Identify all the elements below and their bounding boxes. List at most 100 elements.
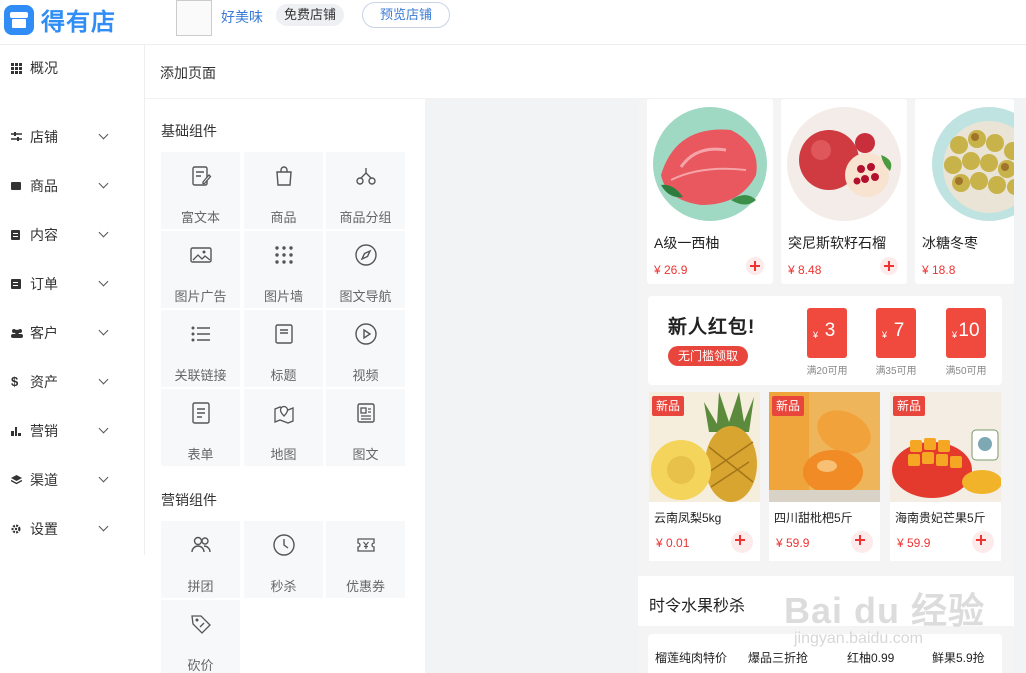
- coupon-amount: 7: [893, 320, 905, 341]
- add-to-cart-icon[interactable]: [746, 257, 764, 275]
- fruit-card[interactable]: 新品 海南贵妃芒果5斤 ¥ 59.9: [890, 392, 1001, 561]
- component-flash-sale[interactable]: 秒杀: [244, 521, 323, 598]
- free-shop-badge: 免费店铺: [276, 4, 345, 26]
- app-logo[interactable]: 得有店: [4, 2, 116, 37]
- component-form[interactable]: 表单: [161, 389, 240, 466]
- list-link-icon: [191, 326, 210, 342]
- add-to-cart-icon[interactable]: [851, 531, 873, 553]
- sidebar-item-products[interactable]: 商品: [0, 172, 145, 200]
- shop-logo-icon: [4, 4, 34, 35]
- grid-icon: [11, 63, 22, 74]
- preview-shop-button[interactable]: 预览店铺: [362, 2, 450, 28]
- component-group-buy[interactable]: 拼团: [161, 521, 240, 598]
- add-to-cart-icon[interactable]: [880, 257, 898, 275]
- component-label: 视频: [352, 368, 379, 383]
- sidebar-item-label: 客户: [30, 325, 58, 341]
- shop-name-link[interactable]: 好美味: [221, 7, 263, 27]
- component-label: 秒杀: [270, 579, 297, 594]
- sidebar-item-marketing[interactable]: 营销: [0, 417, 145, 445]
- component-label: 表单: [187, 447, 214, 462]
- product-name: 突尼斯软籽石榴: [788, 235, 886, 251]
- red-packet-title: 新人红包!: [668, 317, 756, 338]
- product-price: ¥ 8.48: [788, 263, 822, 277]
- coupon-card[interactable]: ¥ 7: [876, 308, 916, 358]
- coupon-card[interactable]: ¥ 3: [807, 308, 847, 358]
- component-label: 图文: [352, 447, 379, 462]
- sidebar-item-label: 营销: [30, 423, 58, 439]
- flash-tab[interactable]: 爆品三折抢: [748, 649, 808, 666]
- sidebar-item-settings[interactable]: 设置: [0, 515, 145, 543]
- clock-icon: [273, 534, 295, 556]
- flash-sale-title: 时令水果秒杀: [649, 598, 746, 615]
- price-tag-icon: [191, 615, 211, 634]
- coupon-amount: 10: [958, 320, 980, 341]
- component-image-wall[interactable]: 图片墙: [244, 231, 323, 308]
- fruit-card[interactable]: 新品 四川甜枇杷5斤 ¥ 59.9: [769, 392, 880, 561]
- new-user-red-packet: 新人红包! 无门槛领取 ¥ 3 满20可用 ¥ 7 满35可用 ¥ 10 满50…: [648, 296, 1002, 385]
- component-bargain[interactable]: 砍价: [161, 600, 240, 673]
- map-icon: [274, 405, 294, 424]
- product-group-icon: [356, 168, 376, 185]
- compass-icon: [355, 244, 377, 266]
- new-product-badge: 新品: [772, 396, 804, 416]
- shop-avatar[interactable]: [176, 0, 212, 36]
- component-label: 图文导航: [339, 289, 392, 304]
- layers-icon: [10, 475, 23, 485]
- sidebar: 概况 店铺 商品 内容 订单 客户 $ 资产 营销 渠道 设置: [0, 45, 145, 555]
- claim-red-packet-button[interactable]: 无门槛领取: [668, 346, 748, 366]
- pomelo-image: [653, 107, 767, 221]
- component-label: 地图: [270, 447, 297, 462]
- dots-grid-icon: [275, 246, 293, 264]
- component-video[interactable]: 视频: [326, 310, 405, 387]
- shopping-bag-icon: [276, 166, 292, 186]
- sidebar-item-shop[interactable]: 店铺: [0, 123, 145, 151]
- sidebar-item-orders[interactable]: 订单: [0, 270, 145, 298]
- coupon-icon: [357, 538, 375, 552]
- sidebar-item-customers[interactable]: 客户: [0, 319, 145, 347]
- component-map[interactable]: 地图: [244, 389, 323, 466]
- component-label: 图片墙: [263, 289, 303, 304]
- fruit-name: 四川甜枇杷5斤: [774, 511, 853, 525]
- sidebar-item-label: 订单: [30, 276, 58, 292]
- product-card[interactable]: 突尼斯软籽石榴 ¥ 8.48: [781, 99, 907, 284]
- top-header: 得有店 好美味 免费店铺 预览店铺: [0, 0, 1026, 45]
- add-to-cart-icon[interactable]: [972, 531, 994, 553]
- component-title[interactable]: 标题: [244, 310, 323, 387]
- coupon-condition: 满35可用: [875, 366, 917, 377]
- new-product-badge: 新品: [652, 396, 684, 416]
- component-rich-text[interactable]: 富文本: [161, 152, 240, 229]
- chevron-down-icon: [98, 276, 109, 287]
- component-article[interactable]: 图文: [326, 389, 405, 466]
- document-icon: [11, 230, 21, 240]
- product-card[interactable]: 冰糖冬枣 ¥ 18.8: [915, 99, 1014, 284]
- flash-tab[interactable]: 榴莲纯肉特价: [655, 649, 727, 666]
- sidebar-item-overview[interactable]: 概况: [0, 54, 145, 82]
- component-label: 富文本: [180, 210, 220, 225]
- component-panel: 基础组件 富文本 商品 商品分组 图片广告 图片墙 图文导航 关联链接 标题 视…: [145, 99, 425, 673]
- fruit-name: 海南贵妃芒果5斤: [895, 511, 986, 525]
- chevron-down-icon: [98, 227, 109, 238]
- flash-tab[interactable]: 红柚0.99: [847, 649, 894, 666]
- component-label: 优惠券: [345, 579, 385, 594]
- coupon-card[interactable]: ¥ 10: [946, 308, 986, 358]
- component-coupon[interactable]: 优惠券: [326, 521, 405, 598]
- sidebar-item-content[interactable]: 内容: [0, 221, 145, 249]
- image-icon: [190, 247, 212, 263]
- gear-icon: [11, 524, 21, 534]
- fruit-card[interactable]: 新品 云南凤梨5kg ¥ 0.01: [649, 392, 760, 561]
- component-product-group[interactable]: 商品分组: [326, 152, 405, 229]
- component-image-nav[interactable]: 图文导航: [326, 231, 405, 308]
- product-name: 冰糖冬枣: [922, 235, 978, 251]
- component-product[interactable]: 商品: [244, 152, 323, 229]
- pomegranate-image: [787, 107, 901, 221]
- flash-sale-section: 时令水果秒杀: [638, 576, 1014, 626]
- component-image-ad[interactable]: 图片广告: [161, 231, 240, 308]
- add-to-cart-icon[interactable]: [731, 531, 753, 553]
- sidebar-item-channels[interactable]: 渠道: [0, 466, 145, 494]
- sidebar-item-assets[interactable]: $ 资产: [0, 368, 145, 396]
- form-icon: [192, 402, 210, 424]
- product-card[interactable]: A级一西柚 ¥ 26.9: [647, 99, 773, 284]
- coupon-condition: 满50可用: [945, 366, 987, 377]
- flash-tab[interactable]: 鲜果5.9抢: [932, 649, 985, 666]
- component-related-links[interactable]: 关联链接: [161, 310, 240, 387]
